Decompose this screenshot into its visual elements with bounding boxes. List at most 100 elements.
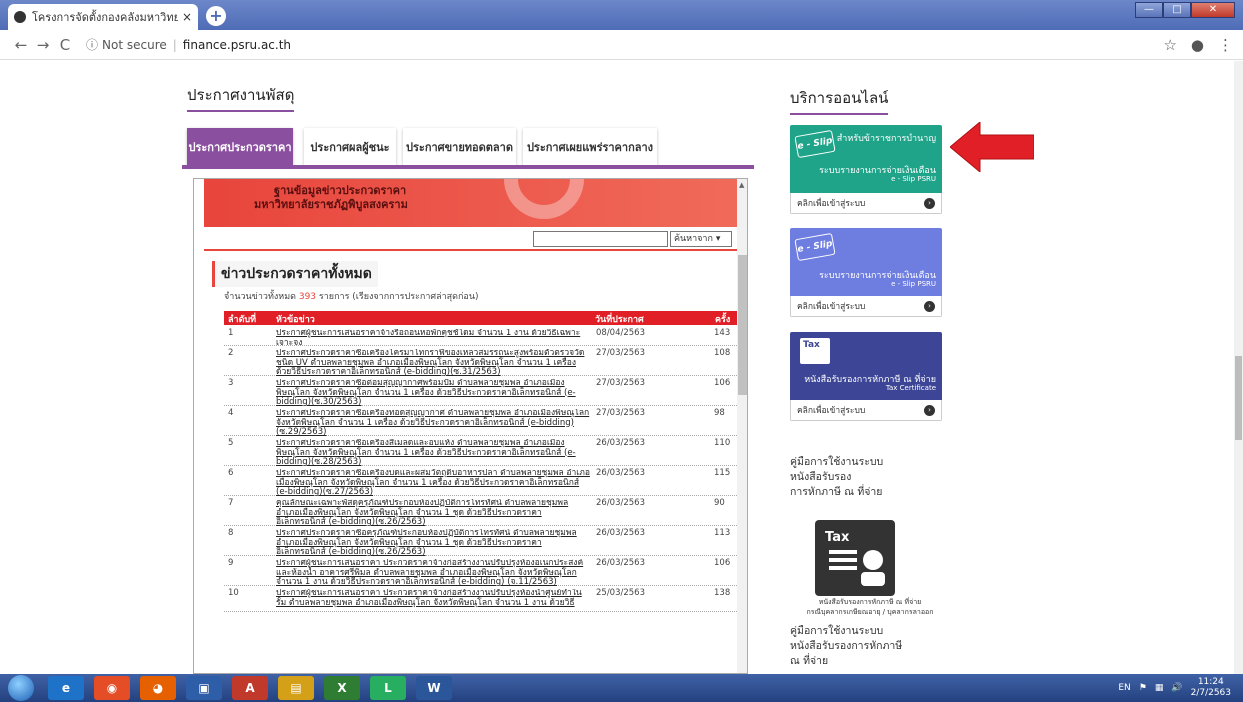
row-number: 2 bbox=[228, 348, 234, 358]
card3-link[interactable]: คลิกเพื่อเข้าสู่ระบบ bbox=[797, 403, 865, 417]
frame-scrollbar[interactable]: ▲ bbox=[737, 179, 747, 673]
search-input[interactable] bbox=[533, 231, 668, 247]
table-row: 2 ประกาศประกวดราคาซื้อเครื่องโครมาโทกราฟี… bbox=[224, 346, 737, 376]
page-scroll-thumb[interactable] bbox=[1235, 356, 1242, 440]
row-view-count: 106 bbox=[714, 558, 731, 568]
language-indicator[interactable]: EN bbox=[1118, 683, 1130, 693]
row-date: 27/03/2563 bbox=[596, 348, 645, 358]
row-title-link[interactable]: ประกาศผู้ชนะการเสนอราคา ประกวดราคาจ้างก่… bbox=[276, 589, 591, 612]
row-date: 08/04/2563 bbox=[596, 328, 645, 338]
tab-title: โครงการจัดตั้งกองคลังมหาวิทยาลัย bbox=[32, 11, 178, 24]
row-number: 9 bbox=[228, 558, 234, 568]
row-title-link[interactable]: ประกาศผู้ชนะการเสนอราคาจ้างรื้อถอนหอพักค… bbox=[276, 329, 591, 346]
bookmark-star-icon[interactable]: ☆ bbox=[1163, 36, 1176, 54]
profile-icon[interactable]: ● bbox=[1191, 36, 1204, 54]
row-date: 26/03/2563 bbox=[596, 558, 645, 568]
card2-line2: e - Slip PSRU bbox=[891, 280, 936, 288]
row-view-count: 115 bbox=[714, 468, 731, 478]
minimize-icon[interactable]: — bbox=[1135, 2, 1163, 18]
new-tab-button[interactable]: + bbox=[206, 6, 226, 26]
manual2-line2: หนังสือรับรองการหักภาษี bbox=[790, 640, 903, 652]
row-number: 3 bbox=[228, 378, 234, 388]
tax-document-icon[interactable]: Tax bbox=[815, 520, 895, 596]
close-window-icon[interactable]: ✕ bbox=[1191, 2, 1235, 18]
news-banner: ฐานข้อมูลข่าวประกวดราคา มหาวิทยาลัยราชภั… bbox=[204, 179, 737, 227]
table-row: 1 ประกาศผู้ชนะการเสนอราคาจ้างรื้อถอนหอพัก… bbox=[224, 326, 737, 346]
tab-bidding[interactable]: ประกาศประกวดราคา bbox=[187, 128, 293, 166]
url-field[interactable]: finance.psru.ac.th bbox=[183, 38, 291, 52]
card2-link[interactable]: คลิกเพื่อเข้าสู่ระบบ bbox=[797, 299, 865, 313]
eslip-pension-card[interactable]: e - Slip สำหรับข้าราชการบำนาญ ระบบรายงาน… bbox=[790, 125, 942, 214]
tab-auction[interactable]: ประกาศขายทอดตลาด bbox=[403, 128, 516, 166]
chrome-icon[interactable]: ◉ bbox=[94, 676, 130, 700]
row-view-count: 138 bbox=[714, 588, 731, 598]
tab-underline bbox=[182, 165, 754, 169]
manual2-line3: ณ ที่จ่าย bbox=[790, 655, 829, 667]
frame-scroll-thumb[interactable] bbox=[738, 255, 747, 395]
close-tab-icon[interactable]: × bbox=[182, 10, 192, 24]
system-tray: EN ⚑ ▦ 🔊 11:24 2/7/2563 bbox=[1118, 674, 1243, 702]
manual1-line1: คู่มือการใช้งานระบบ bbox=[790, 456, 884, 468]
arrow-right-icon[interactable]: › bbox=[924, 300, 935, 312]
eslip-card[interactable]: e - Slip ระบบรายงานการจ่ายเงินเดือน e - … bbox=[790, 228, 942, 317]
arrow-right-icon[interactable]: › bbox=[924, 197, 935, 209]
card1-link[interactable]: คลิกเพื่อเข้าสู่ระบบ bbox=[797, 196, 865, 210]
start-button[interactable] bbox=[8, 675, 34, 701]
acrobat-icon[interactable]: A bbox=[232, 676, 268, 700]
row-title-link[interactable]: ประกาศประกวดราคาซื้อครุภัณฑ์ประกอบห้องปฏ… bbox=[276, 529, 591, 556]
maximize-icon[interactable]: □ bbox=[1163, 2, 1191, 18]
tax-icon: Tax bbox=[800, 338, 830, 364]
scroll-up-icon[interactable]: ▲ bbox=[739, 181, 744, 189]
back-icon[interactable]: ← bbox=[10, 36, 32, 54]
row-view-count: 108 bbox=[714, 348, 731, 358]
manual-link-1[interactable]: คู่มือการใช้งานระบบ หนังสือรับรอง การหัก… bbox=[790, 455, 883, 500]
info-icon[interactable]: ⓘ bbox=[86, 36, 98, 53]
page-scrollbar[interactable] bbox=[1234, 61, 1243, 674]
table-row: 5 ประกาศประกวดราคาซื้อเครื่องสีเมล็ดและอบ… bbox=[224, 436, 737, 466]
row-title-link[interactable]: ประกาศประกวดราคาซื้อเครื่องทอดสุญญากาศ ต… bbox=[276, 409, 591, 436]
search-select[interactable]: ค้นหาจาก ▾ bbox=[670, 231, 732, 247]
url-separator: | bbox=[172, 37, 177, 52]
row-title-link[interactable]: ประกาศประกวดราคาซื้อเครื่องสีเมล็ดและอบแ… bbox=[276, 439, 591, 466]
row-title-link[interactable]: คุณลักษณะเฉพาะพัสดุครุภัณฑ์ประกอบห้องปฏิ… bbox=[276, 499, 591, 526]
browser-tab[interactable]: โครงการจัดตั้งกองคลังมหาวิทยาลัย × bbox=[8, 4, 198, 30]
row-title-link[interactable]: ประกาศประกวดราคาซื้อเครื่องบดและผสมวัตถุ… bbox=[276, 469, 591, 496]
explorer-icon[interactable]: ▤ bbox=[278, 676, 314, 700]
security-label[interactable]: Not secure bbox=[102, 38, 167, 52]
ie-icon[interactable]: e bbox=[48, 676, 84, 700]
reload-icon[interactable]: C bbox=[54, 36, 76, 54]
row-date: 26/03/2563 bbox=[596, 498, 645, 508]
section-title: ข่าวประกวดราคาทั้งหมด bbox=[212, 261, 378, 287]
menu-icon[interactable]: ⋮ bbox=[1218, 36, 1233, 54]
clock-time: 11:24 bbox=[1197, 677, 1224, 687]
table-row: 9 ประกาศผู้ชนะการเสนอราคา ประกวดราคาจ้างก… bbox=[224, 556, 737, 586]
tab-median-price[interactable]: ประกาศเผยแพร่ราคากลาง bbox=[523, 128, 657, 166]
count-value: 393 bbox=[298, 292, 317, 302]
news-frame: ฐานข้อมูลข่าวประกวดราคา มหาวิทยาลัยราชภั… bbox=[193, 178, 748, 674]
search-select-label: ค้นหาจาก bbox=[674, 234, 713, 244]
arrow-right-icon[interactable]: › bbox=[924, 404, 935, 416]
manual-link-2[interactable]: คู่มือการใช้งานระบบ หนังสือรับรองการหักภ… bbox=[790, 624, 902, 669]
tax-certificate-card[interactable]: Tax หนังสือรับรองการหักภาษี ณ ที่จ่าย Ta… bbox=[790, 332, 942, 421]
network-icon[interactable]: ▦ bbox=[1155, 683, 1164, 693]
flag-icon[interactable]: ⚑ bbox=[1139, 683, 1147, 693]
forward-icon[interactable]: → bbox=[32, 36, 54, 54]
row-date: 26/03/2563 bbox=[596, 528, 645, 538]
table-row: 6 ประกาศประกวดราคาซื้อเครื่องบดและผสมวัตถ… bbox=[224, 466, 737, 496]
news-table-body: 1 ประกาศผู้ชนะการเสนอราคาจ้างรื้อถอนหอพัก… bbox=[224, 326, 737, 612]
line-icon[interactable]: L bbox=[370, 676, 406, 700]
row-title-link[interactable]: ประกาศผู้ชนะการเสนอราคา ประกวดราคาจ้างก่… bbox=[276, 559, 591, 586]
excel-icon[interactable]: X bbox=[324, 676, 360, 700]
red-arrow-icon bbox=[950, 122, 1034, 172]
tab-winners[interactable]: ประกาศผลผู้ชนะ bbox=[304, 128, 396, 166]
volume-icon[interactable]: 🔊 bbox=[1171, 683, 1182, 693]
firefox-icon[interactable]: ◕ bbox=[140, 676, 176, 700]
row-title-link[interactable]: ประกาศประกวดราคาซื้อต่อมสุญญากาศพร้อมปั๊… bbox=[276, 379, 591, 406]
dashboard-icon[interactable]: ▣ bbox=[186, 676, 222, 700]
word-icon[interactable]: W bbox=[416, 676, 452, 700]
count-row: จำนวนข่าวทั้งหมด 393 รายการ (เรียงจากการ… bbox=[224, 289, 479, 303]
clock[interactable]: 11:24 2/7/2563 bbox=[1191, 677, 1231, 699]
row-title-link[interactable]: ประกาศประกวดราคาซื้อเครื่องโครมาโทกราฟีข… bbox=[276, 349, 591, 376]
row-number: 7 bbox=[228, 498, 234, 508]
row-view-count: 98 bbox=[714, 408, 725, 418]
